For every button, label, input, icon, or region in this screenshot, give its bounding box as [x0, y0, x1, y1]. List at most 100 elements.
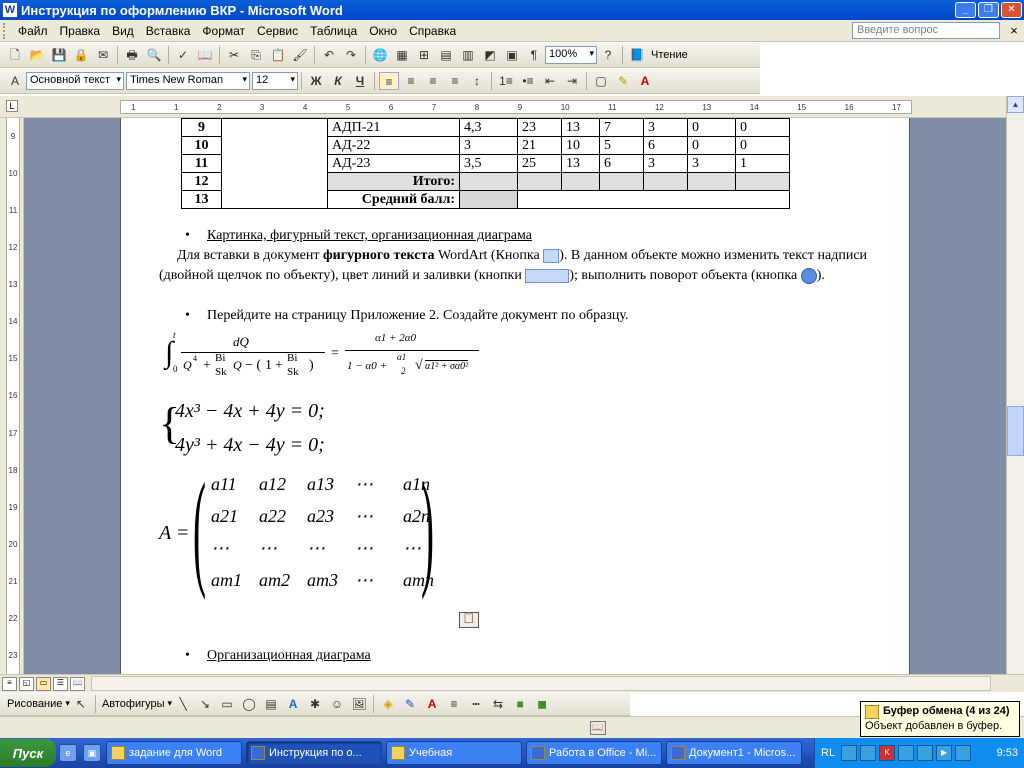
align-left-icon[interactable]: ≡ [379, 72, 399, 90]
hyperlink-icon[interactable]: 🌐 [370, 46, 390, 64]
align-right-icon[interactable]: ≡ [423, 72, 443, 90]
tab-selector[interactable]: L [6, 100, 18, 112]
task-uchebnaya[interactable]: Учебная [386, 741, 522, 765]
insert-picture-icon[interactable]: 🖼 [349, 695, 369, 713]
oval-icon[interactable]: ◯ [239, 695, 259, 713]
tray-settings-icon[interactable] [898, 745, 915, 761]
vertical-ruler[interactable]: 9 10 11 12 13 14 15 16 17 18 19 20 21 22 23 [0, 118, 24, 674]
drawing-font-color-icon[interactable]: A [422, 695, 442, 713]
open-folder-icon[interactable]: 📂 [27, 46, 47, 64]
menu-table[interactable]: Таблица [304, 24, 363, 38]
tray-media-icon[interactable]: ▶ [936, 745, 953, 761]
menu-format[interactable]: Формат [196, 24, 251, 38]
italic-button[interactable]: К [328, 72, 348, 90]
align-center-icon[interactable]: ≡ [401, 72, 421, 90]
print-icon[interactable]: 🖶 [122, 46, 142, 64]
bullets-icon[interactable]: •≡ [518, 72, 538, 90]
select-objects-icon[interactable]: ↖ [71, 695, 91, 713]
task-rabota-office[interactable]: Работа в Office - Mi... [526, 741, 662, 765]
menu-help[interactable]: Справка [403, 24, 462, 38]
integral-formula[interactable]: t ∫ 0 dQ Q 4 + Bi Sk Q − ( 1 + Bi Sk ) =… [161, 330, 481, 390]
ie-icon[interactable]: e [59, 744, 77, 762]
document-map-icon[interactable]: ▣ [502, 46, 522, 64]
format-painter-icon[interactable]: 🖌 [290, 46, 310, 64]
arrow-style-icon[interactable]: ⇆ [488, 695, 508, 713]
document-area[interactable]: 9 АДП-21 4,3 23 13 7 3 0 0 10 АД-22 3 21… [24, 118, 1006, 674]
close-button[interactable]: ✕ [1001, 2, 1022, 18]
fill-color-icon[interactable]: ◈ [378, 695, 398, 713]
email-icon[interactable]: ✉ [93, 46, 113, 64]
decrease-indent-icon[interactable]: ⇤ [540, 72, 560, 90]
drawing-menu-button[interactable]: Рисование [4, 698, 65, 710]
menu-edit[interactable]: Правка [54, 24, 107, 38]
arrow-icon[interactable]: ↘ [195, 695, 215, 713]
line-style-icon[interactable]: ≡ [444, 695, 464, 713]
clipart-icon[interactable]: ☺ [327, 695, 347, 713]
cut-icon[interactable]: ✂ [224, 46, 244, 64]
save-icon[interactable]: 💾 [49, 46, 69, 64]
diagram-icon[interactable]: ✱ [305, 695, 325, 713]
web-view-icon[interactable]: ◱ [19, 676, 34, 691]
horizontal-ruler[interactable]: 1 1 2 3 4 5 6 7 8 9 10 11 12 13 14 15 16 17 [120, 100, 912, 114]
tray-volume-icon[interactable] [917, 745, 934, 761]
paste-options-icon[interactable]: 📋 [459, 612, 479, 628]
help-icon[interactable]: ? [598, 46, 618, 64]
bold-button[interactable]: Ж [306, 72, 326, 90]
document-page[interactable]: 9 АДП-21 4,3 23 13 7 3 0 0 10 АД-22 3 21… [120, 118, 910, 674]
reading-view-icon[interactable]: 📖 [70, 676, 85, 691]
task-dokument1[interactable]: Документ1 - Micros... [666, 741, 802, 765]
highlight-icon[interactable]: ✎ [613, 72, 633, 90]
drawing-icon[interactable]: ◩ [480, 46, 500, 64]
shadow-icon[interactable]: ■ [510, 695, 530, 713]
line-color-icon[interactable]: ✎ [400, 695, 420, 713]
horizontal-scroll-track[interactable] [91, 676, 991, 691]
font-color-icon[interactable]: A [635, 72, 655, 90]
menu-insert[interactable]: Вставка [140, 24, 197, 38]
menu-file[interactable]: Файл [12, 24, 54, 38]
redo-icon[interactable]: ↷ [341, 46, 361, 64]
styles-icon[interactable]: A [5, 72, 25, 90]
restore-button[interactable]: ❐ [978, 2, 999, 18]
copy-icon[interactable]: ⎘ [246, 46, 266, 64]
tables-borders-icon[interactable]: ▦ [392, 46, 412, 64]
reading-button[interactable]: Чтение [648, 49, 691, 61]
menu-tools[interactable]: Сервис [251, 24, 304, 38]
clipboard-notification[interactable]: Буфер обмена (4 из 24) Объект добавлен в… [860, 701, 1020, 737]
menu-window[interactable]: Окно [363, 24, 403, 38]
task-instruktsiya[interactable]: Инструкция по о... [246, 741, 382, 765]
start-button[interactable]: Пуск [0, 739, 56, 767]
menu-grip[interactable] [3, 22, 9, 39]
wordart-tool-icon[interactable]: A [283, 695, 303, 713]
autoshapes-menu-button[interactable]: Автофигуры [99, 698, 168, 710]
tray-clipboard-icon[interactable] [841, 745, 858, 761]
word-app-icon[interactable]: W [2, 2, 18, 18]
spelling-status-icon[interactable]: 📖 [590, 721, 606, 735]
undo-icon[interactable]: ↶ [319, 46, 339, 64]
scroll-thumb[interactable] [1007, 406, 1024, 456]
normal-view-icon[interactable]: ≡ [2, 676, 17, 691]
rectangle-icon[interactable]: ▭ [217, 695, 237, 713]
zoom-select[interactable]: 100% [545, 46, 597, 64]
borders-icon[interactable]: ▢ [591, 72, 611, 90]
font-select[interactable]: Times New Roman [126, 72, 250, 90]
close-document-button[interactable]: × [1004, 23, 1024, 38]
new-document-icon[interactable]: 🗋 [5, 46, 25, 64]
task-zadanie-word[interactable]: задание для Word [106, 741, 242, 765]
spelling-icon[interactable]: ✓ [173, 46, 193, 64]
vertical-scrollbar[interactable]: ▲ [1006, 96, 1024, 674]
language-indicator[interactable]: RL [821, 747, 835, 759]
increase-indent-icon[interactable]: ⇥ [562, 72, 582, 90]
desktop-icon[interactable]: ▣ [83, 744, 101, 762]
line-spacing-icon[interactable]: ↕ [467, 72, 487, 90]
insert-table-icon[interactable]: ⊞ [414, 46, 434, 64]
outline-view-icon[interactable]: ☰ [53, 676, 68, 691]
permission-icon[interactable]: 🔒 [71, 46, 91, 64]
matrix-formula[interactable]: A = ( ) a11 a12 a13 ⋯ a1n a21 a22 a23 ⋯ a2n ⋯ ⋯ ⋯ ⋯… [159, 464, 459, 604]
underline-button[interactable]: Ч [350, 72, 370, 90]
paste-icon[interactable]: 📋 [268, 46, 288, 64]
research-icon[interactable]: 📖 [195, 46, 215, 64]
line-icon[interactable]: ╲ [173, 695, 193, 713]
tray-network-icon[interactable] [860, 745, 877, 761]
grades-table[interactable]: 9 АДП-21 4,3 23 13 7 3 0 0 10 АД-22 3 21… [181, 118, 790, 209]
minimize-button[interactable]: _ [955, 2, 976, 18]
